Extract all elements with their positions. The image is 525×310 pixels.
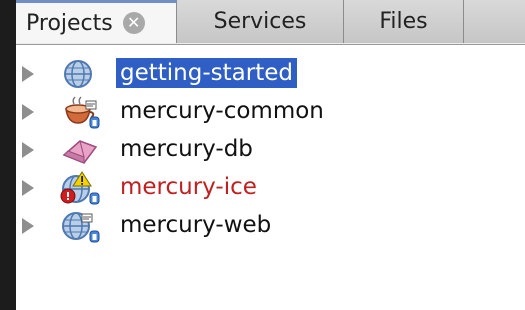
tree-node-label: mercury-web: [120, 212, 272, 238]
web-project-icon: [62, 212, 100, 243]
tree-node-mercury-ice[interactable]: mercury-ice: [16, 169, 525, 207]
tab-projects-label: Projects: [26, 10, 113, 36]
tab-services-label: Services: [213, 9, 307, 34]
tab-bar-filler: [464, 0, 525, 43]
expand-arrow-icon[interactable]: [22, 104, 34, 120]
tree-node-getting-started[interactable]: getting-started: [16, 55, 525, 93]
tree-node-mercury-web[interactable]: mercury-web: [16, 207, 525, 245]
tab-services[interactable]: Services: [177, 0, 344, 43]
tab-files-label: Files: [379, 9, 428, 34]
tab-projects[interactable]: Projects ✕: [16, 0, 177, 43]
db-project-icon: [62, 140, 98, 164]
web-project-warning-icon: [60, 171, 100, 205]
expand-arrow-icon[interactable]: [22, 180, 34, 196]
projects-window: Projects ✕ Services Files getting-starte…: [0, 0, 525, 310]
tab-files[interactable]: Files: [344, 0, 464, 43]
close-icon[interactable]: ✕: [122, 12, 145, 34]
tree-node-label: mercury-common: [120, 98, 324, 124]
expand-arrow-icon[interactable]: [22, 218, 34, 234]
tree-node-label: mercury-db: [120, 136, 253, 162]
project-tree: getting-started mercury-common mercury-d…: [16, 45, 525, 310]
web-project-icon: [64, 60, 92, 88]
tab-bar: Projects ✕ Services Files: [16, 0, 525, 45]
java-project-icon: [65, 96, 100, 129]
expand-arrow-icon[interactable]: [22, 66, 34, 82]
tree-node-mercury-db[interactable]: mercury-db: [16, 131, 525, 169]
expand-arrow-icon[interactable]: [22, 142, 34, 158]
tree-node-label: getting-started: [116, 58, 297, 88]
tree-node-mercury-common[interactable]: mercury-common: [16, 93, 525, 131]
tree-node-label: mercury-ice: [120, 174, 257, 200]
